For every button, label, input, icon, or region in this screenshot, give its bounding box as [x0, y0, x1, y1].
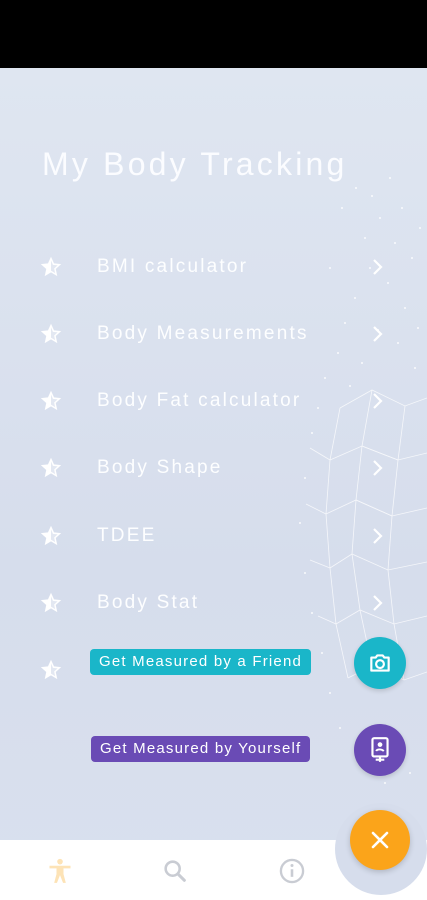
chevron-right-icon	[373, 595, 383, 611]
info-icon[interactable]	[278, 857, 306, 885]
chevron-right-icon	[373, 460, 383, 476]
star-icon	[40, 457, 62, 478]
menu-item-bmi-calculator[interactable]: BMI calculator	[0, 242, 427, 292]
chevron-right-icon	[373, 528, 383, 544]
star-icon	[40, 525, 62, 546]
star-icon	[40, 256, 62, 277]
search-icon[interactable]	[161, 857, 189, 885]
menu-item-tdee[interactable]: TDEE	[0, 511, 427, 561]
menu-item-body-shape[interactable]: Body Shape	[0, 443, 427, 493]
star-icon	[40, 323, 62, 344]
menu-item-body-fat-calculator[interactable]: Body Fat calculator	[0, 376, 427, 426]
page-title: My Body Tracking	[42, 146, 348, 182]
get-measured-by-friend-label[interactable]: Get Measured by a Friend	[90, 649, 312, 675]
menu-item-body-measurements[interactable]: Body Measurements	[0, 309, 427, 359]
status-bar	[0, 0, 427, 68]
chevron-right-icon	[373, 259, 383, 275]
get-measured-by-yourself-label[interactable]: Get Measured by Yourself	[91, 736, 311, 762]
chevron-right-icon	[373, 326, 383, 342]
get-measured-by-yourself-button[interactable]	[354, 724, 406, 776]
app-screen: My Body Tracking BMI calculator Body Mea…	[0, 68, 427, 900]
person-icon[interactable]	[46, 857, 74, 885]
menu-item-label: Body Fat calculator	[97, 390, 302, 411]
menu-item-label: TDEE	[97, 525, 157, 546]
get-measured-by-friend-button[interactable]	[354, 637, 406, 689]
camera-icon	[370, 654, 390, 672]
star-icon	[40, 592, 62, 613]
chevron-right-icon	[373, 393, 383, 409]
menu-item-body-stat[interactable]: Body Stat	[0, 578, 427, 628]
close-speed-dial-button[interactable]	[350, 810, 410, 870]
star-icon	[40, 390, 62, 411]
id-badge-icon	[371, 737, 389, 762]
menu-item-label: Body Shape	[97, 457, 223, 478]
star-icon	[40, 659, 62, 680]
menu-item-label: BMI calculator	[97, 256, 249, 277]
close-icon	[371, 831, 389, 849]
menu-item-label: Body Stat	[97, 592, 200, 613]
menu-item-label: Body Measurements	[97, 323, 309, 344]
